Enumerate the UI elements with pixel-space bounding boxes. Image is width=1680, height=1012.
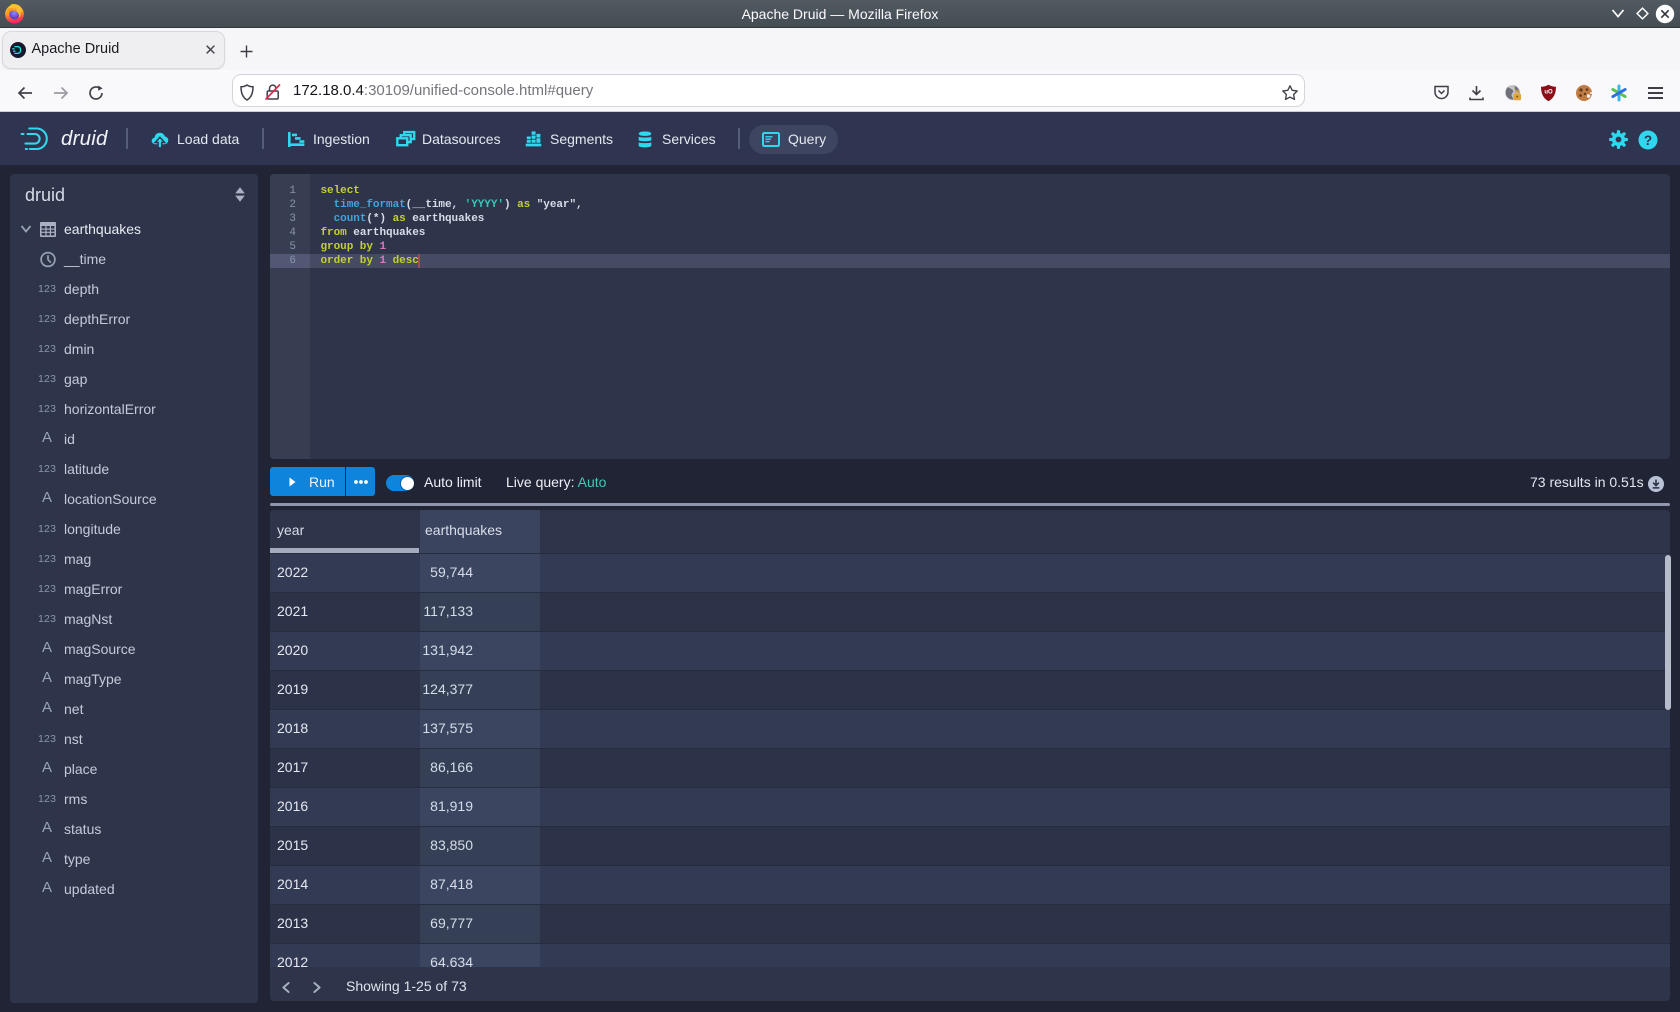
svg-text:uO: uO xyxy=(1544,90,1553,96)
svg-text:?: ? xyxy=(1644,133,1652,148)
